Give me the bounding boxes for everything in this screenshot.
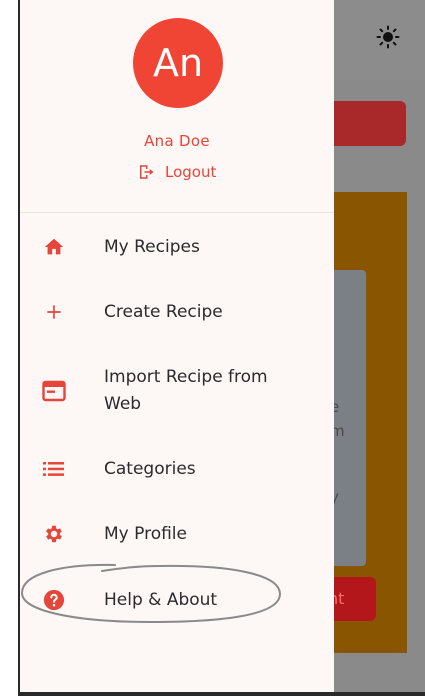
user-name: Ana Doe <box>144 132 210 150</box>
logout-label: Logout <box>165 163 217 181</box>
background-card-text: y <box>334 488 339 506</box>
background-card: e m y <box>334 270 366 566</box>
menu-item-my-profile[interactable]: My Profile <box>20 520 334 548</box>
divider <box>20 212 334 213</box>
background-card-text: m <box>334 422 345 440</box>
navigation-drawer: An Ana Doe Logout My Recipes Create Reci… <box>20 0 334 692</box>
logout-button[interactable]: Logout <box>137 163 216 181</box>
avatar[interactable]: An <box>133 18 223 108</box>
logout-icon <box>140 165 154 179</box>
sun-icon[interactable] <box>376 25 400 49</box>
plus-icon <box>42 300 66 324</box>
menu-item-label: My Recipes <box>104 236 200 257</box>
annotation-circle <box>20 563 282 624</box>
menu-item-label: Create Recipe <box>104 301 223 322</box>
menu-item-my-recipes[interactable]: My Recipes <box>20 233 334 261</box>
frame-border-bottom <box>18 692 425 696</box>
background-app-overlay[interactable]: e m y nt <box>334 0 425 692</box>
avatar-initials: An <box>152 41 204 85</box>
home-icon <box>42 235 66 259</box>
menu-item-import-recipe[interactable]: Import Recipe from Web <box>20 364 334 418</box>
menu-item-label: My Profile <box>104 523 187 544</box>
background-red-bar <box>334 101 406 146</box>
menu-item-label: Categories <box>104 458 196 479</box>
menu-item-create-recipe[interactable]: Create Recipe <box>20 298 334 326</box>
list-icon <box>42 457 66 481</box>
web-window-icon <box>42 379 66 403</box>
menu-item-categories[interactable]: Categories <box>20 455 334 483</box>
menu-item-label: Import Recipe from Web <box>104 367 268 414</box>
background-button: nt <box>334 577 376 621</box>
background-header <box>334 0 425 80</box>
background-card-text: e <box>334 398 340 416</box>
gear-icon <box>42 522 66 546</box>
background-button-text: nt <box>334 589 345 608</box>
